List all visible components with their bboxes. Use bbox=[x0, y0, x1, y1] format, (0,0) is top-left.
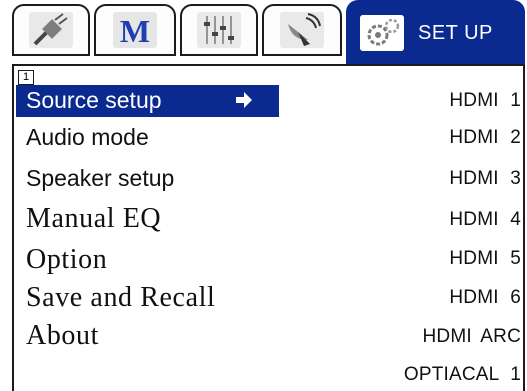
tab-bar: M SET UP bbox=[0, 0, 527, 72]
tab-setup[interactable]: SET UP bbox=[346, 0, 525, 64]
tab-mixer[interactable] bbox=[180, 4, 258, 56]
tab-setup-label: SET UP bbox=[418, 21, 493, 44]
input-hdmi-2: HDMI 2 bbox=[449, 127, 521, 148]
svg-text:M: M bbox=[120, 13, 150, 49]
menu-item-source-setup[interactable]: Source setup bbox=[16, 85, 279, 117]
mixer-icon bbox=[197, 12, 241, 48]
input-hdmi-arc: HDMI ARC bbox=[422, 326, 521, 347]
page-indicator: 1 bbox=[18, 70, 34, 85]
menu-item-label: Source setup bbox=[26, 87, 162, 113]
plug-icon bbox=[29, 12, 73, 48]
menu-item-label: Audio mode bbox=[26, 124, 149, 150]
input-hdmi-5: HDMI 5 bbox=[449, 248, 521, 269]
input-hdmi-3: HDMI 3 bbox=[449, 168, 521, 189]
input-hdmi-4: HDMI 4 bbox=[449, 209, 521, 230]
menu-item-label: Option bbox=[26, 244, 108, 275]
tab-network[interactable] bbox=[262, 4, 342, 56]
arrow-right-icon bbox=[236, 92, 252, 108]
m-logo-icon: M bbox=[113, 12, 157, 49]
input-hdmi-1: HDMI 1 bbox=[449, 90, 521, 111]
satellite-dish-icon bbox=[280, 12, 324, 48]
menu-item-label: Speaker setup bbox=[26, 165, 175, 191]
menu-item-label: About bbox=[26, 320, 99, 351]
tab-connections[interactable] bbox=[12, 4, 90, 56]
setup-screen: M SET UP 1 Source setup Audio mode Speak… bbox=[0, 0, 527, 391]
gears-icon bbox=[360, 15, 404, 51]
input-hdmi-6: HDMI 6 bbox=[449, 287, 521, 308]
input-optical-1: OPTIACAL 1 bbox=[403, 364, 521, 385]
menu-item-label: Manual EQ bbox=[26, 203, 162, 234]
menu-item-label: Save and Recall bbox=[26, 282, 216, 313]
tab-m[interactable]: M bbox=[94, 4, 176, 56]
